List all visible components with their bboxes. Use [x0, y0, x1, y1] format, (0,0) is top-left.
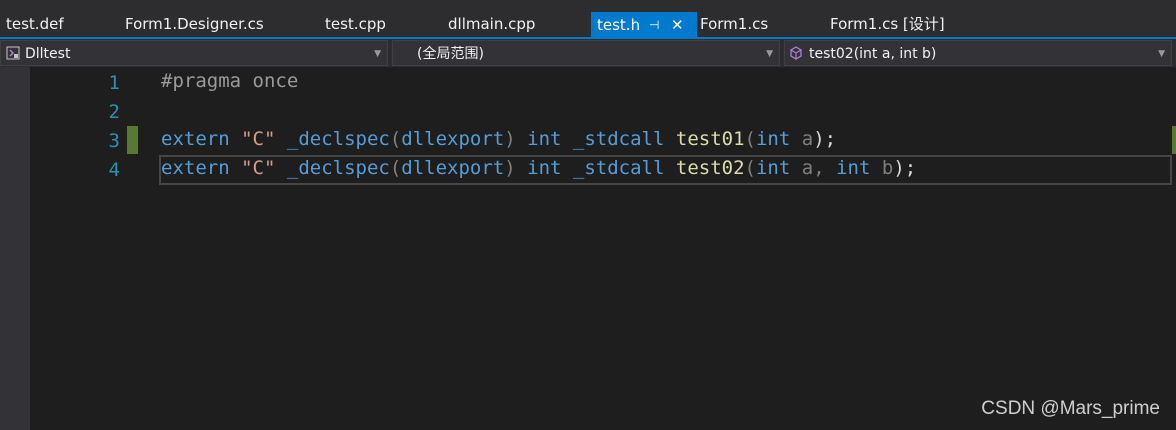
editor-margin [0, 67, 30, 430]
token-paren: ( [389, 157, 402, 179]
token-param: b [881, 157, 894, 179]
scrollbar-change-marker [1172, 126, 1176, 154]
tab-label: Form1.cs [700, 15, 769, 33]
member-label: test02(int a, int b) [809, 46, 937, 62]
tab-test-def[interactable]: test.def [6, 10, 64, 38]
code-line-4: extern "C" _declspec(dllexport) int _std… [161, 154, 916, 182]
line-number: 3 [108, 130, 120, 152]
tab-label: Form1.cs [设计] [830, 15, 945, 33]
chevron-down-icon: ▼ [374, 49, 381, 59]
token-param: a, [801, 157, 825, 179]
code-editor[interactable]: 1 2 3 4 #pragma once extern "C" _declspe… [30, 67, 1176, 430]
line-number: 4 [108, 159, 120, 181]
chevron-down-icon: ▼ [766, 49, 773, 59]
token-function: test02 [675, 157, 745, 179]
watermark: CSDN @Mars_prime [981, 398, 1160, 419]
tab-form1-cs[interactable]: Form1.cs [700, 10, 768, 38]
token-keyword: dllexport [401, 128, 505, 150]
token-keyword: _stdcall [572, 157, 665, 179]
project-icon [6, 46, 20, 60]
tab-dllmain-cpp[interactable]: dllmain.cpp [448, 10, 535, 38]
chevron-down-icon: ▼ [1158, 49, 1165, 59]
token-string: "C" [241, 128, 276, 150]
token-keyword: int [755, 128, 791, 150]
token-paren: ) [504, 128, 516, 150]
token-keyword: extern [161, 128, 230, 150]
tab-label: test.h [597, 16, 641, 34]
tab-label: dllmain.cpp [448, 15, 536, 33]
tab-test-cpp[interactable]: test.cpp [325, 10, 386, 38]
token-keyword: _declspec [286, 128, 390, 150]
line-number: 2 [108, 101, 120, 123]
token-keyword: int [755, 157, 791, 179]
token-param: a [801, 128, 814, 150]
member-dropdown[interactable]: test02(int a, int b) ▼ [784, 40, 1172, 66]
change-marker [127, 126, 138, 154]
tab-test-h[interactable]: test.h ⊣ ✕ [591, 12, 697, 38]
code-line-1: #pragma once [161, 67, 298, 95]
line-number: 1 [108, 72, 120, 94]
tab-label: test.def [6, 15, 64, 33]
navigation-bar: Dlltest ▼ (全局范围) ▼ test02(int a, int b) … [0, 39, 1176, 67]
token-punct: ); [813, 128, 837, 150]
token-function: test01 [675, 128, 745, 150]
token-keyword: _declspec [286, 157, 390, 179]
scope-label: (全局范围) [417, 46, 484, 62]
token-keyword: extern [161, 157, 230, 179]
token-keyword: int [527, 157, 562, 179]
preprocessor-directive: #pragma once [161, 70, 299, 92]
token-keyword: int [527, 128, 562, 150]
token-paren: ( [744, 128, 756, 150]
tab-label: test.cpp [325, 15, 386, 33]
tab-label: Form1.Designer.cs [125, 15, 264, 33]
pin-icon[interactable]: ⊣ [649, 12, 659, 38]
token-paren: ) [504, 157, 516, 179]
close-icon[interactable]: ✕ [671, 12, 684, 38]
token-keyword: int [836, 157, 871, 179]
project-dropdown[interactable]: Dlltest ▼ [0, 40, 388, 66]
method-icon [790, 46, 802, 60]
code-line-3: extern "C" _declspec(dllexport) int _std… [161, 125, 836, 153]
token-paren: ( [744, 157, 756, 179]
token-keyword: dllexport [401, 157, 505, 179]
token-keyword: _stdcall [572, 128, 665, 150]
tab-form1-designer[interactable]: Form1.Designer.cs [125, 10, 264, 38]
tab-form1-design[interactable]: Form1.cs [设计] [830, 10, 945, 38]
token-string: "C" [241, 157, 276, 179]
document-tab-bar: test.def Form1.Designer.cs test.cpp dllm… [0, 0, 1176, 38]
token-punct: ); [893, 157, 917, 179]
project-label: Dlltest [25, 46, 71, 62]
scope-dropdown[interactable]: (全局范围) ▼ [392, 40, 780, 66]
token-paren: ( [389, 128, 402, 150]
